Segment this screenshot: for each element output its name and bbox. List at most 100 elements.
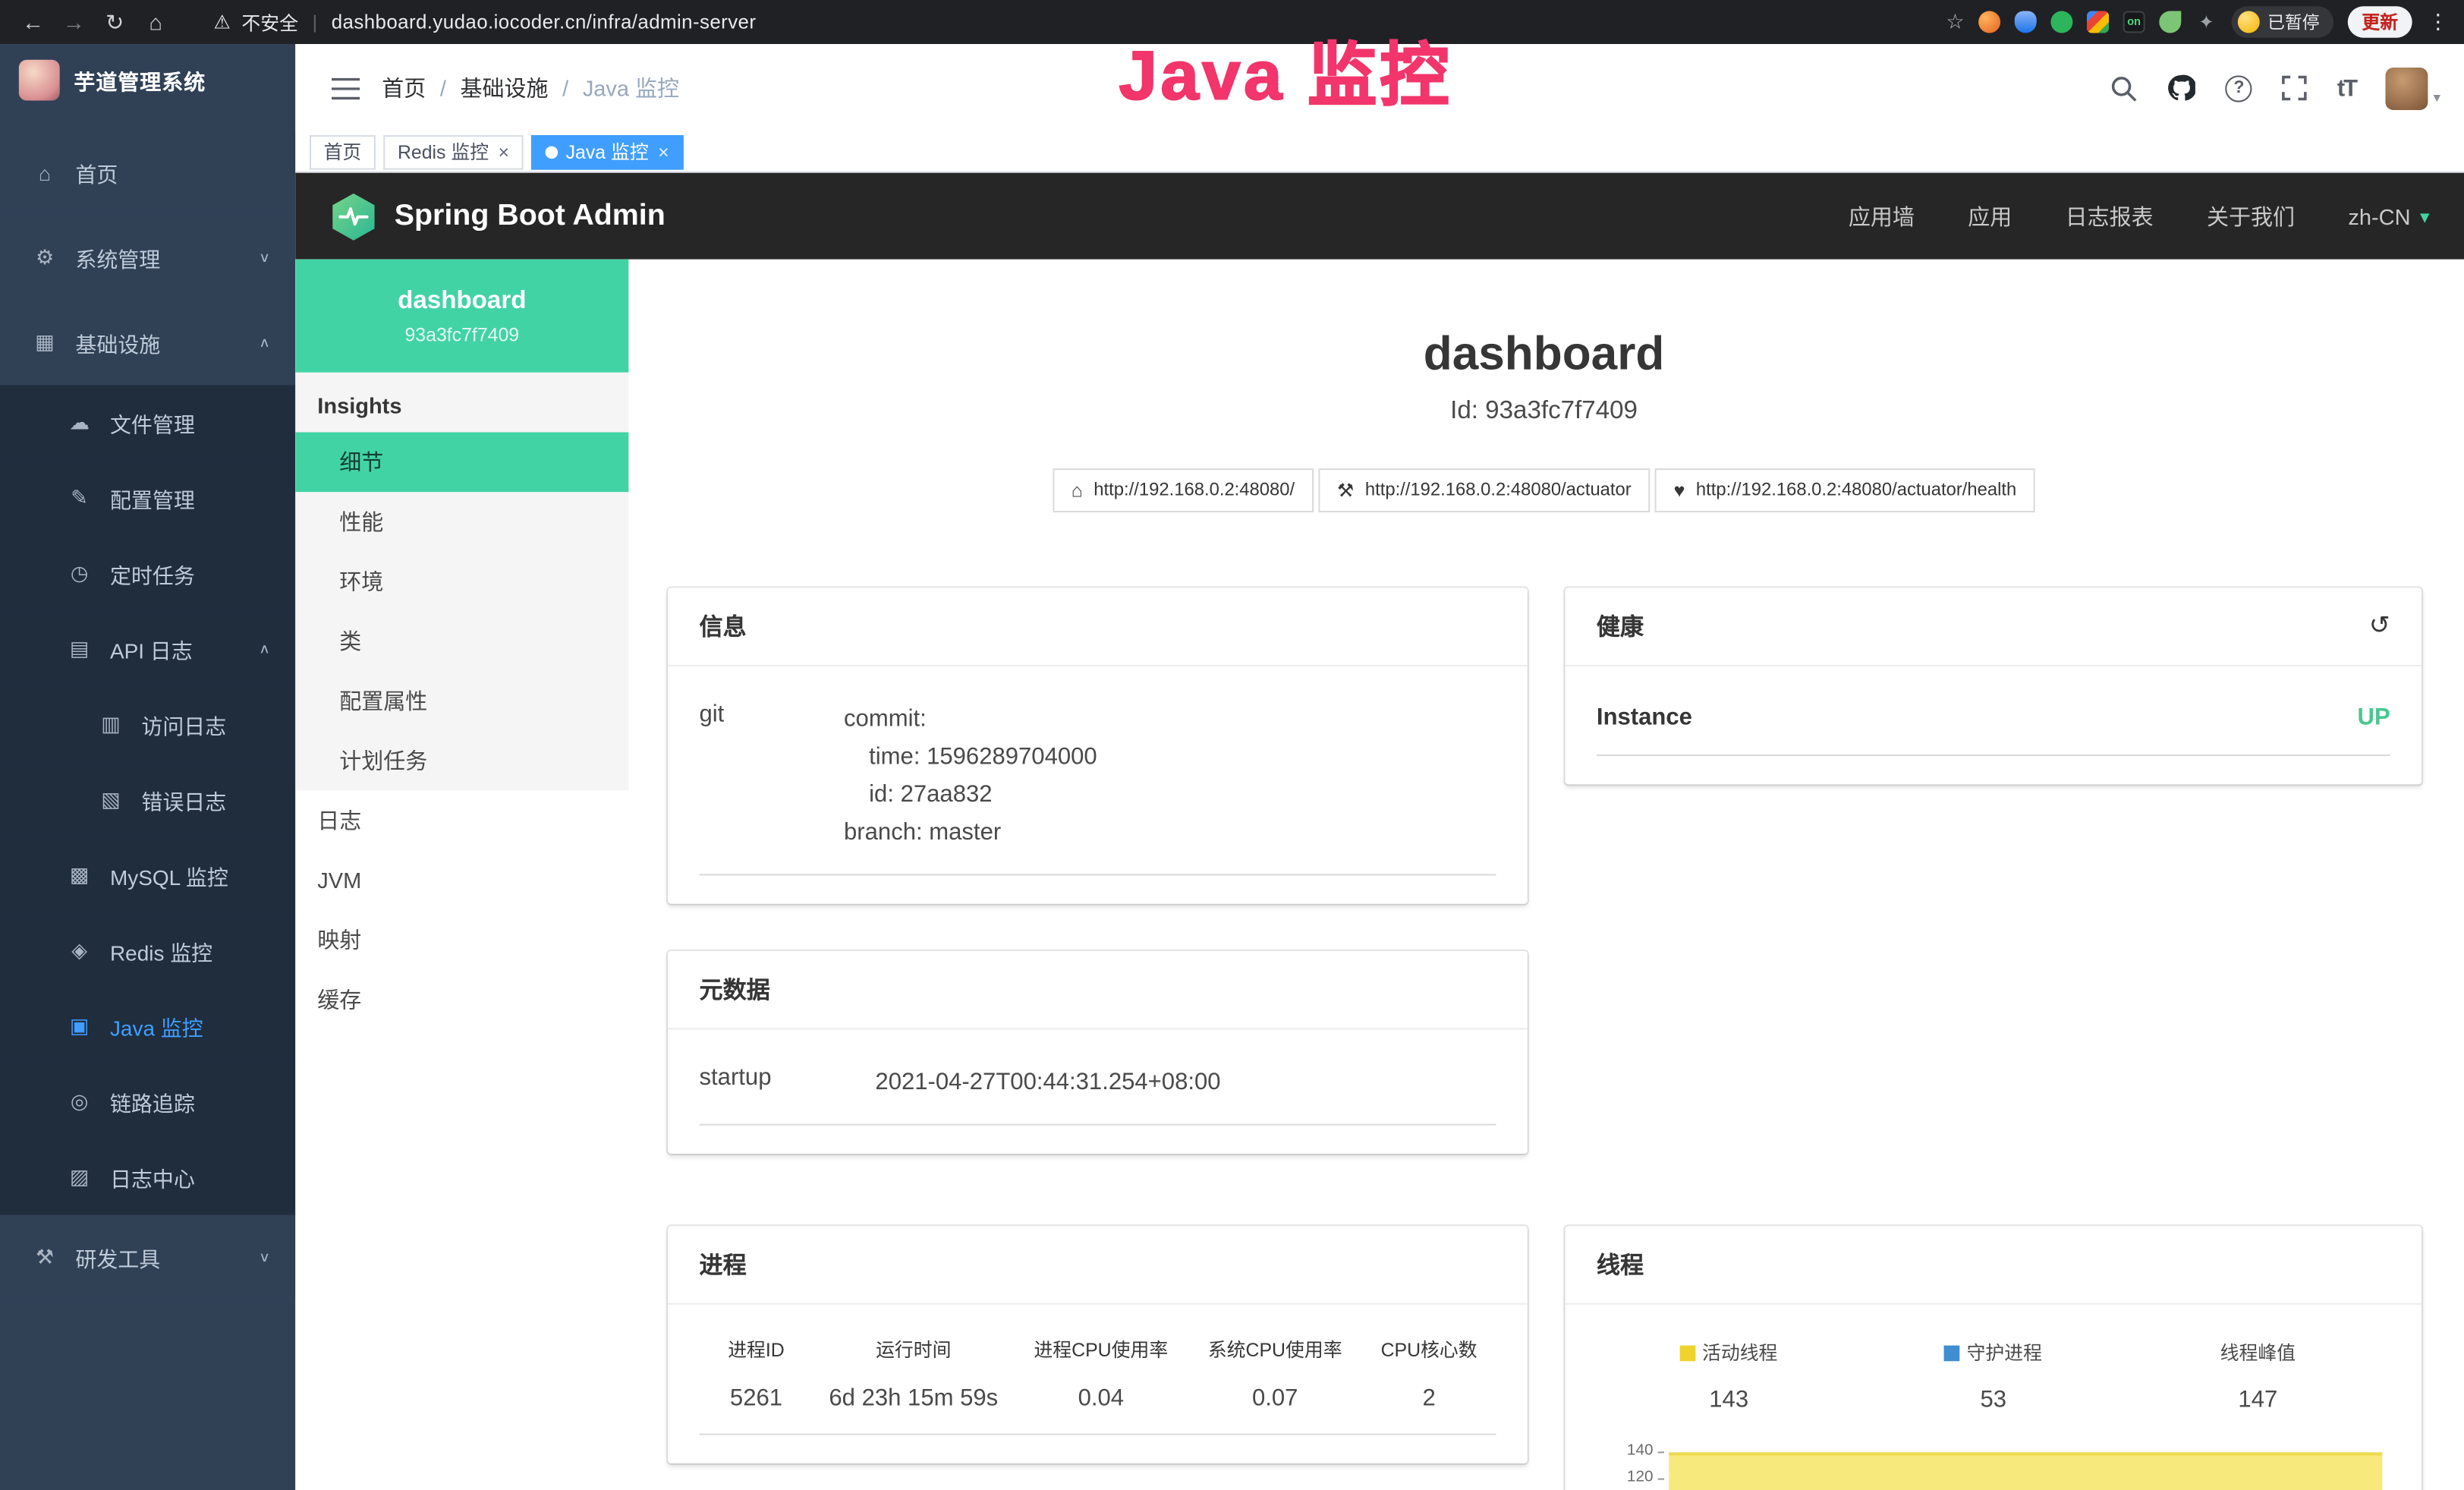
sidebar-item-log-center[interactable]: ▨日志中心 <box>0 1139 295 1214</box>
view-tab[interactable]: Redis 监控× <box>383 134 523 169</box>
sba-instance-block[interactable]: dashboard 93a3fc7f7409 <box>295 260 628 373</box>
metadata-value: 2021-04-27T00:44:31.254+08:00 <box>875 1064 1220 1102</box>
sidebar-item-file-mgmt[interactable]: ☁文件管理 <box>0 385 295 460</box>
sidebar-item-api-logs[interactable]: ▤API 日志∧ <box>0 612 295 687</box>
threads-chart-plot <box>1669 1441 2390 1490</box>
user-avatar[interactable]: ▾ <box>2386 67 2440 109</box>
sidebar-collapse-icon[interactable] <box>319 61 372 115</box>
browser-update-button[interactable]: 更新 <box>2348 6 2412 37</box>
sba-nav-applications[interactable]: 应用 <box>1968 200 2012 232</box>
sba-sidebar-item[interactable]: 映射 <box>295 910 628 970</box>
sba-sidebar-item[interactable]: 配置属性 <box>295 671 628 731</box>
sidebar-item-config-mgmt[interactable]: ✎配置管理 <box>0 461 295 536</box>
fullscreen-icon[interactable] <box>2282 75 2307 100</box>
history-icon[interactable]: ↺ <box>2369 614 2390 639</box>
sba-sidebar-item[interactable]: 性能 <box>295 492 628 552</box>
card-row-3: 进程 进程ID5261运行时间6d 23h 15m 59s进程CPU使用率0.0… <box>668 1226 2420 1490</box>
search-icon[interactable] <box>2111 74 2138 101</box>
sba-sidebar-item[interactable]: 细节 <box>295 432 628 492</box>
app-shell: 芋道管理系统 ⌂首页⚙系统管理∨▦基础设施∧☁文件管理✎配置管理◷定时任务▤AP… <box>0 44 2464 1490</box>
process-column-value: 5261 <box>700 1384 813 1411</box>
database-icon: ▩ <box>66 863 93 888</box>
instance-link-chip[interactable]: ⚒http://192.168.0.2:48080/actuator <box>1318 468 1650 512</box>
font-size-icon[interactable]: tT <box>2337 74 2356 101</box>
access-log-icon: ▥ <box>97 712 124 737</box>
instance-link-chip[interactable]: ⌂http://192.168.0.2:48080/ <box>1053 468 1314 512</box>
app-brand[interactable]: 芋道管理系统 <box>0 44 295 115</box>
threads-metric-value: 143 <box>1597 1386 1861 1413</box>
extension-green-circle-icon[interactable] <box>2050 11 2072 33</box>
sba-sidebar-item[interactable]: 环境 <box>295 552 628 612</box>
sidebar-item-redis-monitor[interactable]: ◈Redis 监控 <box>0 913 295 988</box>
sidebar-item-infrastructure[interactable]: ▦基础设施∧ <box>0 301 295 386</box>
sba-brand[interactable]: Spring Boot Admin <box>330 191 666 241</box>
security-warning-icon: ⚠ <box>214 11 231 33</box>
sidebar-item-label: 基础设施 <box>75 327 160 358</box>
extension-on-badge-icon[interactable]: on <box>2123 11 2145 33</box>
bookmark-star-icon[interactable]: ☆ <box>1946 9 1964 34</box>
instance-link-url: http://192.168.0.2:48080/actuator/health <box>1696 481 2016 500</box>
sidebar-item-label: 系统管理 <box>75 242 160 273</box>
sidebar-item-label: API 日志 <box>110 634 193 665</box>
browser-home-icon[interactable]: ⌂ <box>138 9 173 34</box>
info-line: commit: <box>844 701 1097 739</box>
info-line: time: 1596289704000 <box>844 739 1097 777</box>
sidebar-item-trace[interactable]: ◎链路追踪 <box>0 1064 295 1139</box>
help-icon[interactable]: ? <box>2226 74 2252 101</box>
sidebar-item-label: 错误日志 <box>141 784 226 815</box>
github-icon[interactable] <box>2167 74 2195 102</box>
wrench-icon: ⚒ <box>1337 480 1354 502</box>
sba-nav-about[interactable]: 关于我们 <box>2207 200 2295 232</box>
sidebar-item-java-monitor[interactable]: ▣Java 监控 <box>0 989 295 1064</box>
sba-sidebar-item[interactable]: 日志 <box>295 791 628 851</box>
browser-back-icon[interactable]: ← <box>16 9 51 34</box>
health-instance-row[interactable]: Instance UP <box>1597 695 2390 756</box>
threads-metric-value: 147 <box>2126 1386 2390 1413</box>
threads-metric-label: 活动线程 <box>1597 1339 1861 1366</box>
sba-sidebar-item[interactable]: JVM <box>295 850 628 910</box>
extensions-puzzle-icon[interactable]: ✦ <box>2195 11 2217 33</box>
close-tab-icon[interactable]: × <box>499 142 510 161</box>
extension-green-leaf-icon[interactable] <box>2159 11 2181 33</box>
sba-sidebar-item[interactable]: 计划任务 <box>295 731 628 791</box>
sba-sidebar-item[interactable]: 缓存 <box>295 970 628 1030</box>
view-tab[interactable]: Java 监控× <box>531 134 683 169</box>
sidebar-item-mysql-monitor[interactable]: ▩MySQL 监控 <box>0 838 295 913</box>
profile-paused-badge[interactable]: 已暂停 <box>2232 6 2334 37</box>
view-tab[interactable]: 首页 <box>310 134 376 169</box>
browser-menu-icon[interactable]: ⋮ <box>2428 9 2448 34</box>
browser-reload-icon[interactable]: ↻ <box>97 8 132 35</box>
sidebar-item-access-logs[interactable]: ▥访问日志 <box>0 687 295 762</box>
sba-sidebar-item[interactable]: 类 <box>295 612 628 672</box>
breadcrumb: 首页/基础设施/Java 监控 <box>382 72 679 103</box>
legend-square-icon <box>1680 1345 1696 1361</box>
breadcrumb-item[interactable]: 基础设施 <box>461 72 549 103</box>
sidebar-item-scheduled-jobs[interactable]: ◷定时任务 <box>0 536 295 611</box>
address-bar-url[interactable]: dashboard.yudao.iocoder.cn/infra/admin-s… <box>332 11 757 33</box>
close-tab-icon[interactable]: × <box>658 142 669 161</box>
extension-orange-icon[interactable] <box>1978 11 2000 33</box>
card-process-header: 进程 <box>668 1226 1528 1305</box>
instance-link-chip[interactable]: ♥http://192.168.0.2:48080/actuator/healt… <box>1655 468 2035 512</box>
sidebar-item-error-logs[interactable]: ▧错误日志 <box>0 762 295 837</box>
address-bar[interactable]: ⚠ 不安全 | dashboard.yudao.iocoder.cn/infra… <box>214 8 757 35</box>
extension-blue-drop-icon[interactable] <box>2015 11 2037 33</box>
sidebar-item-system-mgmt[interactable]: ⚙系统管理∨ <box>0 216 295 301</box>
process-column-value: 2 <box>1362 1384 1496 1411</box>
sidebar-item-dev-tools[interactable]: ⚒研发工具∨ <box>0 1215 295 1300</box>
language-selector[interactable]: zh-CN ▾ <box>2348 203 2429 228</box>
insights-section-label: Insights <box>295 373 628 433</box>
on-badge-label: on <box>2127 17 2141 27</box>
instance-name: dashboard <box>398 287 526 315</box>
screenshot-root: ← → ↻ ⌂ ⚠ 不安全 | dashboard.yudao.iocoder.… <box>0 0 2464 1490</box>
sba-nav-journal[interactable]: 日志报表 <box>2066 200 2154 232</box>
threads-legend: 活动线程143守护进程53线程峰值147 <box>1597 1333 2390 1413</box>
sba-nav-wallboard[interactable]: 应用墙 <box>1849 200 1915 232</box>
tags-bar: 首页Redis 监控×Java 监控× <box>295 132 2464 173</box>
breadcrumb-item[interactable]: 首页 <box>382 72 426 103</box>
extension-colorful-grid-icon[interactable] <box>2087 11 2109 33</box>
sidebar-menu: ⌂首页⚙系统管理∨▦基础设施∧☁文件管理✎配置管理◷定时任务▤API 日志∧▥访… <box>0 115 295 1299</box>
browser-forward-icon[interactable]: → <box>57 9 92 34</box>
sidebar-item-home[interactable]: ⌂首页 <box>0 131 295 216</box>
card-metadata-body: startup 2021-04-27T00:44:31.254+08:00 <box>668 1029 1528 1154</box>
